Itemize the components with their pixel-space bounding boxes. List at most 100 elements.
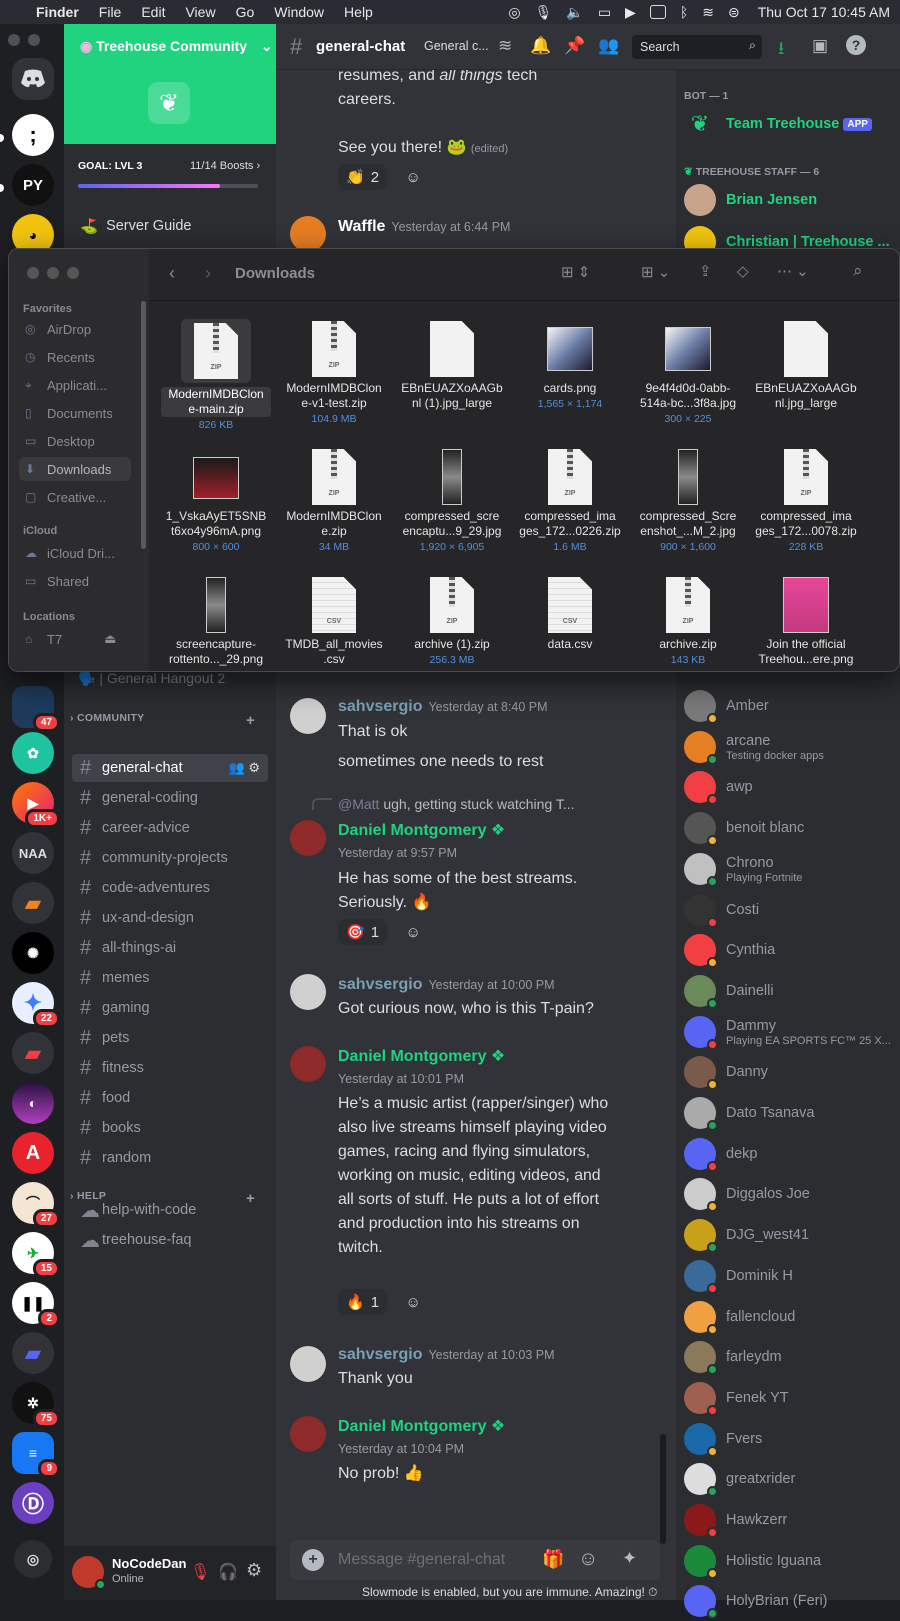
reaction-fire[interactable]: 🔥 1: [338, 1289, 388, 1315]
share-icon[interactable]: ⇪: [699, 262, 712, 280]
file-item[interactable]: ZIP archive.zip 143 KB: [633, 575, 743, 668]
close-window-icon[interactable]: [27, 267, 39, 279]
search-icon[interactable]: ⌕: [853, 261, 863, 281]
grid-status-icon[interactable]: ◎: [508, 4, 520, 21]
channel-career-advice[interactable]: # career-advice: [72, 814, 268, 842]
sidebar-item-t7[interactable]: ⌂ T7 ⏏: [19, 627, 131, 651]
server-sparkle-icon[interactable]: ✦ 22: [12, 982, 60, 1028]
server-teal-icon[interactable]: ✿: [12, 732, 54, 774]
menu-go[interactable]: Go: [236, 4, 255, 20]
folder-red-icon[interactable]: ▰: [12, 1032, 54, 1074]
file-item[interactable]: EBnEUAZXoAAGb nl.jpg_large: [751, 319, 861, 411]
forward-chevron-icon[interactable]: ›: [205, 263, 211, 284]
pin-icon[interactable]: 📌: [564, 36, 585, 56]
avatar[interactable]: [290, 698, 326, 734]
add-reaction-icon[interactable]: ☺: [397, 920, 428, 946]
close-window-icon[interactable]: [8, 34, 20, 46]
file-item[interactable]: ZIP ModernIMDBClon e-v1-test.zip 104.9 MB: [279, 319, 389, 427]
member-item[interactable]: HolyBrian (Feri): [684, 1581, 894, 1621]
menubar-clock[interactable]: Thu Oct 17 10:45 AM: [758, 4, 890, 21]
file-item[interactable]: cards.png 1,565 × 1,174: [515, 319, 625, 412]
back-chevron-icon[interactable]: ‹: [169, 263, 175, 284]
server-semicolon-icon[interactable]: ;: [12, 114, 54, 156]
message-composer[interactable]: + Message #general-chat 🎁 ☺: [290, 1540, 660, 1580]
folder-orange-icon[interactable]: ▰: [12, 882, 54, 924]
avatar[interactable]: [290, 974, 326, 1010]
member-item[interactable]: ❦ Team Treehouse APP: [684, 104, 894, 144]
channel-food[interactable]: # food: [72, 1084, 268, 1112]
file-item[interactable]: CSV TMDB_all_movies .csv: [279, 575, 389, 667]
channel-pets[interactable]: # pets: [72, 1024, 268, 1052]
file-item[interactable]: CSV data.csv: [515, 575, 625, 652]
sidebar-item-applicati[interactable]: ⌖ Applicati...: [19, 373, 131, 397]
member-item[interactable]: Dato Tsanava: [684, 1093, 894, 1133]
discord-home-icon[interactable]: [12, 58, 54, 100]
avatar[interactable]: [290, 1416, 326, 1452]
menu-app-finder[interactable]: Finder: [36, 4, 79, 20]
file-item[interactable]: compressed_scre encaptu...9_29.jpg 1,920 ×…: [397, 447, 507, 555]
avatar[interactable]: [72, 1556, 106, 1590]
channel-help-with-code[interactable]: ☁ help-with-code: [72, 1196, 268, 1224]
sidebar-item-documents[interactable]: ▯ Documents: [19, 401, 131, 425]
headphones-icon[interactable]: 🎧: [218, 1562, 238, 1582]
sidebar-item-airdrop[interactable]: ◎ AirDrop: [19, 317, 131, 341]
folder-blue-icon[interactable]: ▰: [12, 1332, 54, 1374]
channel-ux-and-design[interactable]: # ux-and-design: [72, 904, 268, 932]
member-item[interactable]: Amber: [684, 686, 894, 726]
server-planet-icon[interactable]: ◐: [12, 1082, 54, 1124]
member-item[interactable]: DJG_west41: [684, 1215, 894, 1255]
sidebar-scrollbar[interactable]: [141, 301, 146, 549]
member-item[interactable]: Holistic Iguana: [684, 1541, 894, 1581]
category-community[interactable]: › COMMUNITY +: [70, 712, 255, 729]
message-input[interactable]: Message #general-chat: [338, 1551, 505, 1569]
server-openai-icon[interactable]: ✺: [12, 932, 54, 974]
channel-fitness[interactable]: # fitness: [72, 1054, 268, 1082]
file-item[interactable]: ZIP compressed_ima ges_172...0078.zip 228 K…: [751, 447, 861, 555]
sidebar-item-desktop[interactable]: ▭ Desktop: [19, 429, 131, 453]
file-item[interactable]: 9e4f4d0d-0abb- 514a-bc...3f8a.jpg 300 × 22…: [633, 319, 743, 427]
sidebar-item-icloud-drive[interactable]: ☁ iCloud Dri...: [19, 541, 131, 565]
inbox-icon[interactable]: ▣: [812, 36, 828, 56]
file-item[interactable]: screencapture-rottento..._29.png: [161, 575, 271, 667]
discover-compass-icon[interactable]: ◎: [14, 1540, 52, 1578]
menu-file[interactable]: File: [99, 4, 122, 20]
server-bird-icon[interactable]: ✈ 15: [12, 1232, 60, 1278]
menu-window[interactable]: Window: [274, 4, 324, 20]
bluetooth-icon[interactable]: ᛒ: [680, 4, 688, 21]
chat-scrollbar[interactable]: [660, 1434, 666, 1544]
view-grid-icon[interactable]: ⊞ ⇕: [561, 263, 590, 281]
server-atom-icon[interactable]: ✲ 75: [12, 1382, 60, 1428]
search-input[interactable]: Search ⌕: [632, 35, 762, 59]
channel-community-projects[interactable]: # community-projects: [72, 844, 268, 872]
member-item[interactable]: Diggalos Joe: [684, 1174, 894, 1214]
channel-general-coding[interactable]: # general-coding: [72, 784, 268, 812]
mute-mic-icon[interactable]: 🎙: [190, 1562, 210, 1582]
mic-status-icon[interactable]: 🎙: [535, 4, 553, 21]
file-item[interactable]: ZIP ModernIMDBClon e-main.zip 826 KB: [161, 319, 271, 433]
emoji-icon[interactable]: ☺: [578, 1548, 598, 1571]
member-item[interactable]: farleydm: [684, 1337, 894, 1377]
member-item[interactable]: fallencloud: [684, 1297, 894, 1337]
avatar[interactable]: [290, 1046, 326, 1082]
member-item[interactable]: awp: [684, 767, 894, 807]
member-item[interactable]: benoit blanc: [684, 808, 894, 848]
file-item[interactable]: ZIP archive (1).zip 256.3 MB: [397, 575, 507, 668]
member-item[interactable]: Dammy Playing EA SPORTS FC™ 25 X...: [684, 1012, 894, 1052]
attach-plus-icon[interactable]: +: [302, 1549, 324, 1571]
add-reaction-icon[interactable]: ☺: [397, 165, 428, 191]
control-center-icon[interactable]: ⊜: [728, 4, 740, 21]
volume-icon[interactable]: 🔈: [566, 4, 583, 21]
member-item[interactable]: arcane Testing docker apps: [684, 727, 894, 767]
member-item[interactable]: Brian Jensen: [684, 180, 894, 220]
channel-books[interactable]: # books: [72, 1114, 268, 1142]
member-item[interactable]: Fenek YT: [684, 1378, 894, 1418]
window-icon[interactable]: [649, 5, 666, 19]
display-icon[interactable]: ▭: [598, 4, 611, 21]
member-item[interactable]: Cynthia: [684, 930, 894, 970]
server-doc-icon[interactable]: ≡ 9: [12, 1432, 60, 1478]
file-item[interactable]: ZIP compressed_ima ges_172...0226.zip 1.6 M…: [515, 447, 625, 555]
bell-icon[interactable]: 🔔: [530, 36, 551, 56]
avatar[interactable]: [290, 216, 326, 252]
sidebar-item-shared[interactable]: ▭ Shared: [19, 569, 131, 593]
tag-icon[interactable]: ◇: [737, 262, 749, 280]
